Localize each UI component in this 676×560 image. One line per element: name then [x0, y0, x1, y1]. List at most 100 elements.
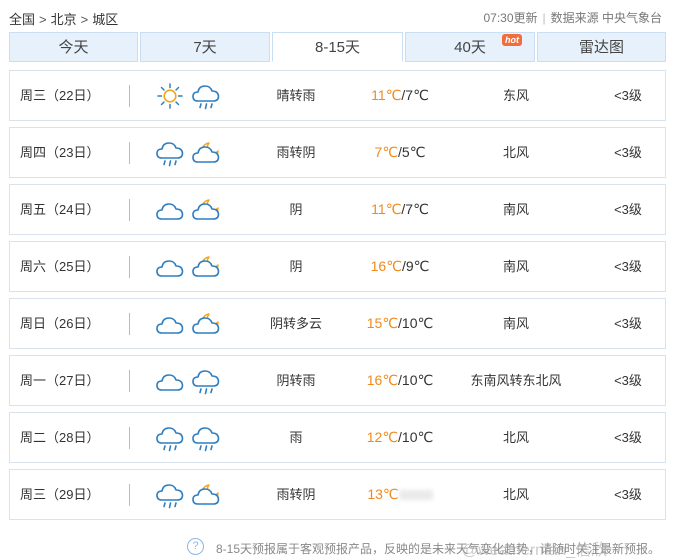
forecast-temperature: 7℃/5℃ [355, 128, 445, 177]
forecast-row[interactable]: 周五（24日） 阴 11℃/7℃ 南风 <3级 [9, 184, 666, 235]
forecast-condition: 雨 [289, 430, 303, 445]
tab-label: 7天 [193, 39, 217, 56]
temp-high: 16℃ [366, 372, 399, 388]
divider [129, 85, 130, 107]
forecast-wind-level: <3级 [614, 430, 642, 445]
forecast-wind-level: <3级 [614, 259, 642, 274]
forecast-condition: 晴转雨 [276, 88, 316, 103]
forecast-condition: 阴转雨 [276, 373, 316, 388]
tab-today[interactable]: 今天 [9, 32, 138, 62]
forecast-wind: 东南风转东北风 [470, 373, 562, 388]
temp-high: 7℃ [374, 144, 399, 160]
tab-label: 8-15天 [314, 39, 361, 56]
forecast-day: 周六（25日） [20, 259, 100, 274]
update-time: 07:30更新 [483, 11, 538, 25]
forecast-row[interactable]: 周日（26日） 阴转多云 15℃/10℃ 南风 <3级 [9, 298, 666, 349]
moon-cloud-icon [191, 253, 221, 281]
forecast-row[interactable]: 周四（23日） 雨转阴 7℃/5℃ 北风 <3级 [9, 127, 666, 178]
moon-cloud-icon [191, 310, 221, 338]
breadcrumb-item-district: 城区 [92, 12, 119, 27]
moon-cloud-icon [191, 196, 221, 224]
forecast-temperature: 11℃/7℃ [355, 185, 445, 234]
forecast-condition: 雨转阴 [276, 145, 316, 160]
forecast-row[interactable]: 周二（28日） 雨 12℃/10℃ 北风 <3级 [9, 412, 666, 463]
data-source: 数据来源 中央气象台 [550, 11, 662, 25]
divider [129, 199, 130, 221]
breadcrumb-item-country[interactable]: 全国 [9, 12, 35, 27]
forecast-wind: 北风 [502, 430, 529, 445]
forecast-wind-level: <3级 [614, 145, 642, 160]
forecast-condition: 雨转阴 [276, 487, 316, 502]
forecast-wind: 南风 [502, 202, 529, 217]
forecast-temperature: 12℃/10℃ [355, 413, 445, 462]
tab-label: 40天 [454, 39, 486, 56]
sun-icon [155, 82, 185, 110]
divider [129, 484, 130, 506]
divider [129, 370, 130, 392]
tab-7-days[interactable]: 7天 [140, 32, 270, 62]
watermark: @weatherman_信欣 [462, 542, 608, 559]
forecast-temperature: 13℃ [355, 470, 445, 519]
temp-high: 13℃ [367, 486, 399, 502]
cloud-rain-icon [155, 424, 185, 452]
redacted-mark [398, 490, 433, 501]
cloud-rain-icon [191, 367, 221, 395]
forecast-day: 周三（29日） [20, 487, 100, 502]
tab-radar[interactable]: 雷达图 [537, 32, 666, 62]
forecast-row[interactable]: 周三（22日） 晴转雨 11℃/7℃ 东风 <3级 [9, 70, 666, 121]
breadcrumb-separator: > [39, 12, 47, 27]
forecast-wind: 东风 [502, 88, 529, 103]
footer: ? 8-15天预报属于客观预报产品，反映的是未来天气变化趋势，请随时关注最新预报… [0, 534, 676, 560]
temp-high: 16℃ [370, 258, 402, 274]
forecast-wind: 北风 [502, 487, 529, 502]
forecast-wind: 南风 [502, 259, 529, 274]
forecast-day: 周五（24日） [20, 202, 100, 217]
temp-low: /9℃ [401, 258, 430, 274]
cloud-rain-icon [155, 139, 185, 167]
forecast-row[interactable]: 周三（29日） 雨转阴 13℃ 北风 <3级 [9, 469, 666, 520]
forecast-row[interactable]: 周一（27日） 阴转雨 16℃/10℃ 东南风转东北风 <3级 [9, 355, 666, 406]
divider [129, 427, 130, 449]
forecast-day: 周一（27日） [20, 373, 100, 388]
temp-low: /10℃ [398, 315, 434, 331]
tab-8-15-days[interactable]: 8-15天 [272, 32, 403, 62]
divider [129, 313, 130, 335]
forecast-day: 周四（23日） [20, 145, 100, 160]
divider [129, 256, 130, 278]
temp-low: /7℃ [401, 87, 429, 103]
tab-label: 今天 [58, 39, 89, 56]
cloud-icon [155, 310, 185, 338]
temp-high: 11℃ [371, 201, 402, 217]
help-icon[interactable]: ? [187, 538, 204, 555]
temp-high: 12℃ [366, 429, 399, 445]
forecast-day: 周三（22日） [20, 88, 100, 103]
cloud-icon [155, 253, 185, 281]
moon-cloud-icon [191, 139, 221, 167]
forecast-wind-level: <3级 [614, 487, 642, 502]
cloud-rain-icon [191, 82, 221, 110]
forecast-tabs: 今天 7天 8-15天 40天 hot 雷达图 [9, 32, 666, 62]
temp-low: /10℃ [398, 429, 434, 445]
forecast-condition: 阴转多云 [269, 316, 322, 331]
top-bar: 全国 > 北京 > 城区 07:30更新 | 数据来源 中央气象台 [0, 0, 676, 32]
forecast-wind-level: <3级 [614, 373, 642, 388]
forecast-wind: 南风 [502, 316, 529, 331]
tab-label: 雷达图 [578, 39, 624, 56]
cloud-rain-icon [191, 424, 221, 452]
forecast-wind-level: <3级 [614, 316, 642, 331]
forecast-row[interactable]: 周六（25日） 阴 16℃/9℃ 南风 <3级 [9, 241, 666, 292]
temp-low: /7℃ [401, 201, 429, 217]
forecast-temperature: 16℃/9℃ [355, 242, 445, 291]
tab-40-days[interactable]: 40天 hot [405, 32, 535, 62]
temp-high: 11℃ [371, 87, 402, 103]
breadcrumb-item-city[interactable]: 北京 [51, 12, 77, 27]
divider: | [542, 11, 546, 25]
breadcrumb-separator: > [80, 12, 89, 27]
temp-high: 15℃ [366, 315, 399, 331]
moon-cloud-icon [191, 481, 221, 509]
temp-low: /10℃ [398, 372, 434, 388]
forecast-wind-level: <3级 [614, 88, 642, 103]
forecast-wind: 北风 [502, 145, 529, 160]
breadcrumb: 全国 > 北京 > 城区 [9, 9, 118, 28]
forecast-day: 周二（28日） [20, 430, 100, 445]
